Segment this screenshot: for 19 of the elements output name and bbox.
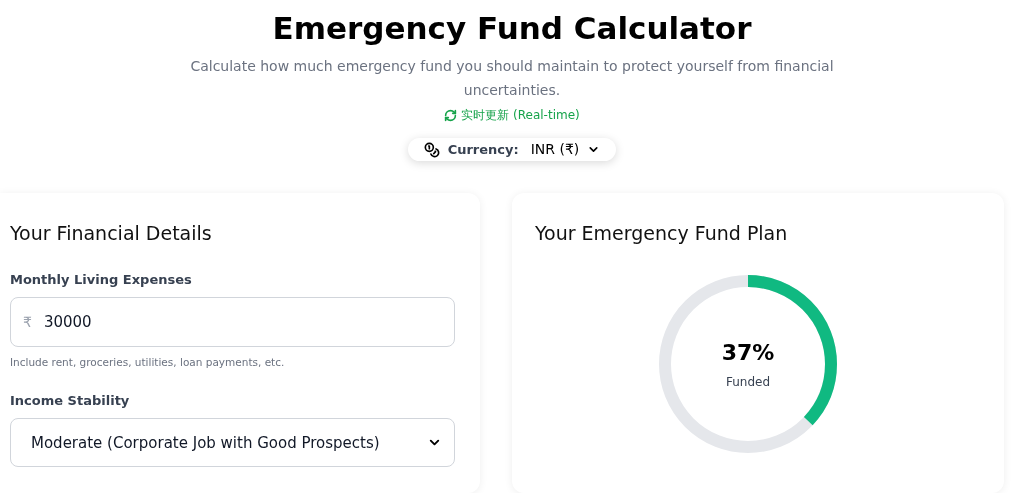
card-title: Your Financial Details	[10, 221, 213, 246]
field-label: Income Stability	[10, 391, 131, 410]
card-title: Your Emergency Fund Plan	[535, 221, 789, 246]
percent-caption: Funded	[725, 374, 771, 391]
percent-value: 37%	[721, 339, 775, 367]
expenses-field[interactable]: ₹ 30000	[10, 297, 455, 347]
currency-value: INR (₹)	[530, 140, 580, 159]
page-title: Emergency Fund Calculator	[272, 9, 752, 48]
stability-select[interactable]: Moderate (Corporate Job with Good Prospects)	[10, 418, 455, 468]
realtime-label: 实时更新 (Real-time)	[461, 107, 580, 124]
rupee-prefix: ₹	[23, 312, 32, 332]
currency-selector[interactable]: Currency: INR (₹)	[407, 138, 617, 161]
currency-label: Currency:	[447, 140, 519, 159]
coins-icon	[423, 141, 440, 158]
page-subtitle: Calculate how much emergency fund you should maintain to protect yourself from financial uncertainties.	[189, 57, 835, 100]
field-value: 30000	[43, 311, 92, 333]
field-hint: Include rent, groceries, utilities, loan payments, etc.	[10, 355, 286, 370]
refresh-icon	[444, 108, 458, 122]
field-label: Monthly Living Expenses	[10, 270, 193, 289]
